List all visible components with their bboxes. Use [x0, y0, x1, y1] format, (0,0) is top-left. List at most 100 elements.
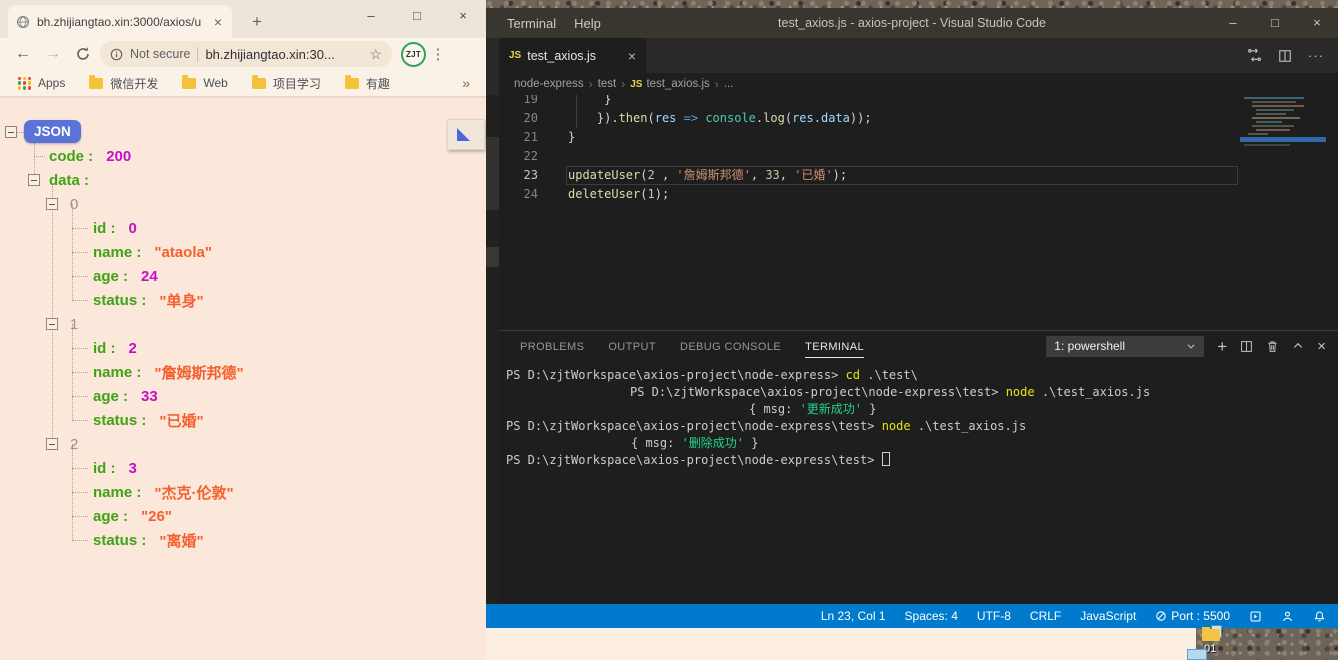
json-root-badge[interactable]: JSON — [24, 120, 81, 143]
json-key-value: status : "离婚" — [93, 528, 204, 552]
json-tree-row: 2 — [0, 432, 486, 456]
bookmark-star-icon[interactable]: ☆ — [369, 46, 382, 63]
close-panel-icon[interactable]: × — [1317, 339, 1326, 354]
panel-tab-problems[interactable]: PROBLEMS — [520, 335, 584, 358]
json-value: "詹姆斯邦德" — [154, 364, 244, 382]
panel-tab-terminal[interactable]: TERMINAL — [805, 335, 864, 358]
code-line[interactable]: 22 — [499, 147, 1338, 166]
code-line[interactable]: 23 updateUser(2 , '詹姆斯邦德', 33, '已婚'); — [499, 166, 1338, 185]
json-value: "单身" — [159, 292, 204, 310]
split-editor-icon[interactable] — [1278, 49, 1292, 63]
collapse-toggle-icon[interactable] — [5, 126, 17, 138]
json-tree-row: 0 — [0, 192, 486, 216]
bookmark-apps[interactable]: Apps — [10, 76, 73, 90]
breadcrumb-item[interactable]: node-express — [514, 78, 584, 90]
open-changes-icon[interactable] — [1247, 48, 1262, 63]
info-icon[interactable] — [110, 48, 123, 61]
minimap[interactable] — [1240, 97, 1326, 148]
minimize-button[interactable]: – — [1212, 8, 1254, 38]
reload-icon[interactable] — [68, 46, 98, 62]
profile-avatar[interactable]: ZJT — [401, 41, 426, 67]
menu-help[interactable]: Help — [565, 16, 610, 31]
window-title: test_axios.js - axios-project - Visual S… — [778, 16, 1046, 30]
maximize-button[interactable]: □ — [1254, 8, 1296, 38]
json-key: status : — [93, 291, 147, 309]
close-button[interactable]: × — [1296, 8, 1338, 38]
json-value: 3 — [128, 459, 137, 477]
terminal-output[interactable]: PS D:\zjtWorkspace\axios-project\node-ex… — [499, 361, 1338, 604]
breadcrumb-item[interactable]: ... — [724, 78, 734, 90]
extension-arrow-button[interactable] — [447, 119, 485, 150]
bookmark-folder-item[interactable]: Web — [174, 75, 235, 92]
status-port[interactable]: Port : 5500 — [1155, 609, 1230, 623]
chevron-right-icon: › — [714, 77, 719, 91]
back-icon[interactable]: ← — [8, 45, 38, 63]
bookmark-folder-item[interactable]: 有趣 — [337, 75, 398, 92]
json-value: "ataola" — [154, 243, 212, 261]
folder-icon — [182, 75, 197, 89]
tab-close-icon[interactable]: × — [212, 14, 224, 30]
blue-arrow-icon — [457, 128, 470, 141]
apps-grid-icon — [18, 76, 31, 90]
tree-stub — [72, 276, 88, 277]
desktop-folder-icon[interactable] — [1202, 625, 1224, 642]
bookmarks-bar: Apps 微信开发 Web 项目学习 有趣 » — [0, 70, 486, 97]
status-spaces[interactable]: Spaces: 4 — [905, 609, 958, 623]
status-eol[interactable]: CRLF — [1030, 609, 1061, 623]
new-tab-button[interactable]: + — [244, 9, 270, 35]
split-terminal-icon[interactable] — [1240, 340, 1253, 353]
bookmark-folder-item[interactable]: 微信开发 — [81, 75, 166, 92]
json-root-row: JSON — [0, 120, 486, 144]
panel-tab-debug-console[interactable]: DEBUG CONSOLE — [680, 335, 781, 358]
tree-stub — [72, 468, 88, 469]
bookmark-folder-list: 微信开发 Web 项目学习 有趣 — [81, 75, 398, 92]
go-live-icon[interactable] — [1249, 610, 1262, 623]
minimize-button[interactable]: – — [348, 0, 394, 34]
status-language[interactable]: JavaScript — [1080, 609, 1136, 623]
bookmark-folder-item[interactable]: 项目学习 — [244, 75, 329, 92]
panel-tab-output[interactable]: OUTPUT — [608, 335, 656, 358]
breadcrumb-item[interactable]: test_axios.js — [646, 78, 709, 90]
json-key: id : — [93, 219, 116, 237]
json-tree-row: status : "已婚" — [0, 408, 486, 432]
breadcrumb-item[interactable]: test — [598, 78, 617, 90]
notifications-bell-icon[interactable] — [1313, 610, 1326, 623]
collapse-toggle-icon[interactable] — [46, 438, 58, 450]
code-line[interactable]: 19 } — [499, 95, 1338, 109]
more-actions-icon[interactable]: ··· — [1308, 48, 1324, 63]
address-bar[interactable]: Not secure bh.zhijiangtao.xin:30... ☆ — [100, 41, 392, 67]
json-tree-row: age : "26" — [0, 504, 486, 528]
status-encoding[interactable]: UTF-8 — [977, 609, 1011, 623]
new-terminal-icon[interactable]: + — [1217, 338, 1227, 355]
menu-terminal[interactable]: Terminal — [498, 16, 565, 31]
code-line[interactable]: 21} — [499, 128, 1338, 147]
kill-terminal-trash-icon[interactable] — [1266, 340, 1279, 353]
line-number: 20 — [523, 111, 538, 125]
close-button[interactable]: × — [440, 0, 486, 34]
account-icon[interactable] — [1281, 610, 1294, 623]
editor-tab-bar: JS test_axios.js × ··· — [499, 38, 1338, 73]
code-line[interactable]: 24 deleteUser(1); — [499, 185, 1338, 204]
editor-tab-test-axios[interactable]: JS test_axios.js × — [499, 38, 647, 73]
bookmarks-overflow-icon[interactable]: » — [462, 75, 476, 91]
forward-icon[interactable]: → — [38, 45, 68, 63]
browser-tab[interactable]: bh.zhijiangtao.xin:3000/axios/u × — [8, 5, 232, 38]
maximize-panel-icon[interactable] — [1292, 340, 1304, 352]
tree-stub — [72, 300, 88, 301]
collapse-toggle-icon[interactable] — [46, 198, 58, 210]
terminal-selector-dropdown[interactable]: 1: powershell — [1046, 335, 1205, 357]
status-line-col[interactable]: Ln 23, Col 1 — [821, 609, 886, 623]
code-line[interactable]: 20 }).then(res => console.log(res.data))… — [499, 109, 1338, 128]
json-key: age : — [93, 267, 129, 285]
collapse-toggle-icon[interactable] — [46, 318, 58, 330]
tab-close-icon[interactable]: × — [628, 48, 636, 64]
tree-stub — [72, 252, 88, 253]
maximize-button[interactable]: □ — [394, 0, 440, 34]
terminal-line: { msg: '删除成功' } — [631, 436, 759, 450]
url-text[interactable]: bh.zhijiangtao.xin:30... — [205, 47, 362, 62]
vscode-titlebar: Terminal Help test_axios.js - axios-proj… — [486, 8, 1338, 38]
json-array-index: 2 — [70, 435, 79, 453]
browser-menu-icon[interactable]: ⋮ — [426, 45, 450, 63]
code-editor[interactable]: 19 } 20 }).then(res => console.log(res.da… — [499, 95, 1338, 330]
collapse-toggle-icon[interactable] — [28, 174, 40, 186]
